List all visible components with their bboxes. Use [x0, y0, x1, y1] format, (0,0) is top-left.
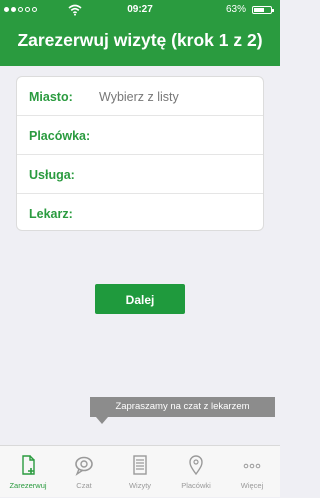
status-bar: 09:27 63%	[0, 0, 280, 20]
chat-icon	[75, 456, 93, 476]
service-field[interactable]: Usługa:	[17, 155, 263, 194]
tab-facilities-label: Placówki	[181, 481, 211, 490]
tab-chat-label: Czat	[76, 481, 92, 490]
tab-facilities[interactable]: Placówki	[168, 446, 224, 498]
battery-icon	[252, 6, 274, 14]
facility-label: Placówka:	[29, 129, 91, 143]
location-pin-icon	[189, 455, 203, 476]
next-button[interactable]: Dalej	[95, 284, 185, 314]
more-icon	[243, 463, 261, 469]
page-title: Zarezerwuj wizytę (krok 1 z 2)	[17, 30, 263, 50]
battery-percentage: 63%	[225, 4, 246, 15]
navigation-header: 09:27 63% Zarezerwuj wizytę (krok 1 z 2)	[0, 0, 280, 66]
doctor-field[interactable]: Lekarz:	[17, 194, 263, 230]
doctor-label: Lekarz:	[29, 207, 73, 221]
tab-book[interactable]: Zarezerwuj	[0, 446, 56, 498]
tab-bar: Zarezerwuj Czat Wizyty Placówki Więcej	[0, 445, 280, 497]
tab-book-label: Zarezerwuj	[9, 481, 47, 490]
tab-visits-label: Wizyty	[128, 481, 152, 490]
booking-form: Miasto: Wybierz z listy Placówka: Usługa…	[16, 76, 264, 231]
city-value[interactable]: Wybierz z listy	[99, 90, 179, 104]
tab-visits[interactable]: Wizyty	[112, 446, 168, 498]
service-label: Usługa:	[29, 168, 75, 182]
visits-list-icon	[133, 455, 147, 475]
chat-tooltip[interactable]: Zapraszamy na czat z lekarzem	[90, 397, 275, 424]
tab-chat[interactable]: Czat	[56, 446, 112, 498]
city-field[interactable]: Miasto: Wybierz z listy	[17, 77, 263, 116]
city-label: Miasto:	[29, 90, 73, 104]
book-appointment-icon	[22, 455, 35, 475]
tab-more-label: Więcej	[240, 481, 264, 490]
tab-more[interactable]: Więcej	[224, 446, 280, 498]
facility-field[interactable]: Placówka:	[17, 116, 263, 155]
